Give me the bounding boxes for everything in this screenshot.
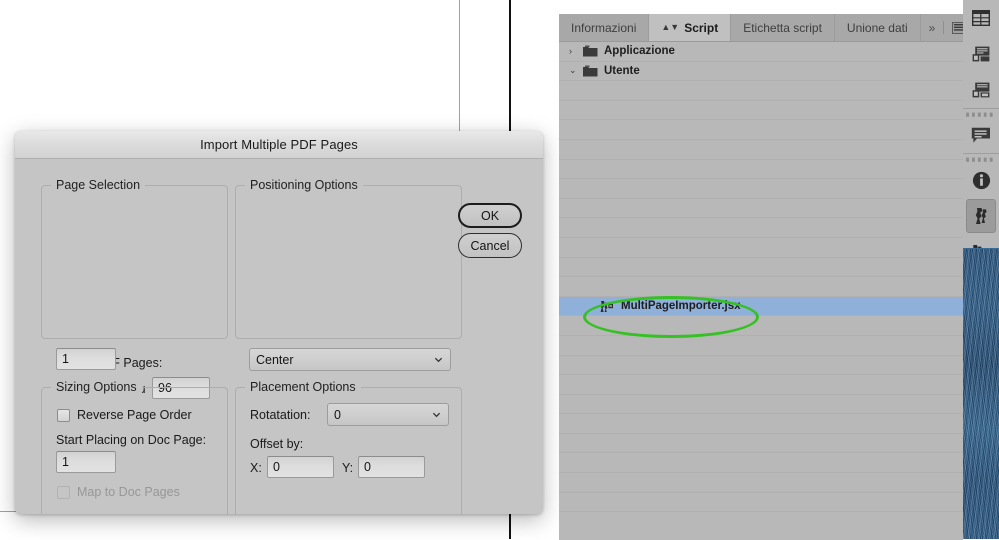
info-icon — [972, 171, 990, 189]
list-item-multipageimporter-label: MultiPageImporter.jsx — [621, 300, 741, 313]
cancel-button[interactable]: Cancel — [458, 233, 522, 258]
layers-icon — [972, 82, 990, 98]
position-aligned-from-select[interactable]: Center — [249, 348, 451, 371]
tab-informazioni-label: Informazioni — [571, 20, 637, 35]
empty-row[interactable] — [559, 453, 963, 474]
empty-row[interactable] — [559, 375, 963, 395]
tab-unione-dati-label: Unione dati — [846, 20, 908, 35]
notes-icon-button[interactable] — [963, 117, 999, 153]
list-item-utente[interactable]: ⌄ Utente — [559, 62, 963, 82]
empty-row[interactable] — [559, 336, 963, 356]
positioning-options-title: Positioning Options — [245, 178, 363, 192]
dialog-title: Import Multiple PDF Pages — [200, 137, 358, 152]
empty-row[interactable] — [559, 160, 963, 180]
rail-grip[interactable]: ▖▖▖▖▖ — [963, 154, 999, 162]
page-edge-line-vertical-lower — [509, 514, 511, 539]
pages-icon-button[interactable] — [963, 36, 999, 72]
rail-grip[interactable]: ▖▖▖▖▖ — [963, 109, 999, 117]
ok-button[interactable]: OK — [458, 203, 522, 228]
tab-etichetta-script-label: Etichetta script — [743, 20, 822, 35]
notes-icon — [971, 127, 990, 143]
list-item-applicazione-label: Applicazione — [604, 45, 675, 58]
empty-row[interactable] — [559, 140, 963, 160]
list-item-multipageimporter[interactable]: MultiPageImporter.jsx — [559, 296, 963, 317]
script-icon-button[interactable] — [966, 199, 996, 233]
panel-tabbar: Informazioni ▲▼ Script Etichetta script … — [559, 14, 966, 42]
sizing-options-title: Sizing Options — [51, 380, 142, 394]
scripts-list[interactable]: › Applicazione ⌄ Utente MultiPageImporte… — [559, 42, 963, 540]
dialog-titlebar[interactable]: Import Multiple PDF Pages — [15, 131, 543, 159]
empty-row[interactable] — [559, 473, 963, 493]
list-item-applicazione[interactable]: › Applicazione — [559, 42, 963, 62]
import-multiple-pdf-pages-dialog: Import Multiple PDF Pages Page Selection… — [15, 131, 543, 514]
scripts-dock-panel: Informazioni ▲▼ Script Etichetta script … — [559, 14, 966, 540]
positioning-options-group: Positioning Options — [235, 178, 462, 339]
empty-row[interactable] — [559, 179, 963, 199]
page-selection-group: Page Selection — [41, 178, 228, 339]
water-texture-image — [963, 248, 999, 539]
dialog-body: Page Selection Import PDF Pages: thru Re… — [15, 159, 543, 514]
guide-magenta-vertical — [459, 0, 460, 131]
empty-row[interactable] — [559, 316, 963, 336]
rail-group-notes: ▖▖▖▖▖ — [963, 109, 999, 154]
empty-row[interactable] — [559, 493, 963, 513]
empty-row[interactable] — [559, 218, 963, 238]
script-icon — [975, 208, 987, 224]
tab-unione-dati[interactable]: Unione dati — [835, 14, 921, 41]
chevron-right-icon[interactable]: › — [569, 46, 581, 56]
empty-row[interactable] — [559, 101, 963, 121]
info-icon-button[interactable] — [963, 162, 999, 198]
import-from-page-input[interactable] — [56, 348, 116, 370]
panel-icon-rail: ▖▖▖▖▖ ▖▖▖▖▖ — [963, 0, 999, 539]
list-item-utente-label: Utente — [604, 64, 640, 77]
empty-row[interactable] — [559, 434, 963, 454]
water-texture-top-edge — [963, 248, 999, 249]
page-edge-line-vertical — [509, 0, 511, 131]
script-file-icon — [600, 300, 613, 312]
layers-icon-button[interactable] — [963, 72, 999, 108]
folder-icon — [583, 45, 598, 57]
empty-row[interactable] — [559, 120, 963, 140]
tab-script-label: Script — [684, 20, 719, 35]
guide-magenta-horizontal — [0, 511, 16, 512]
pages-table-icon-button[interactable] — [963, 0, 999, 36]
empty-row[interactable] — [559, 258, 963, 278]
placement-options-group: Placement Options — [235, 380, 462, 514]
placement-options-title: Placement Options — [245, 380, 361, 394]
sort-arrows-icon: ▲▼ — [661, 22, 680, 32]
tab-divider — [943, 21, 945, 34]
pages-table-icon — [972, 10, 990, 26]
chevron-down-icon — [434, 357, 443, 362]
rail-group-pages — [963, 0, 999, 109]
chevron-down-icon[interactable]: ⌄ — [569, 65, 581, 76]
tab-etichetta-script[interactable]: Etichetta script — [731, 14, 835, 41]
page-selection-title: Page Selection — [51, 178, 146, 192]
tab-script[interactable]: ▲▼ Script — [649, 14, 732, 41]
pages-icon — [972, 46, 990, 62]
overflow-chevrons-icon[interactable]: » — [929, 21, 936, 35]
empty-row[interactable] — [559, 81, 963, 101]
sizing-options-group: Sizing Options — [41, 380, 228, 514]
position-aligned-from-value: Center — [256, 352, 294, 367]
tab-informazioni[interactable]: Informazioni — [559, 14, 650, 41]
empty-row[interactable] — [559, 356, 963, 376]
folder-icon — [583, 65, 598, 77]
empty-row[interactable] — [559, 414, 963, 434]
empty-row[interactable] — [559, 238, 963, 258]
empty-row[interactable] — [559, 277, 963, 297]
empty-row[interactable] — [559, 395, 963, 415]
empty-row[interactable] — [559, 199, 963, 219]
